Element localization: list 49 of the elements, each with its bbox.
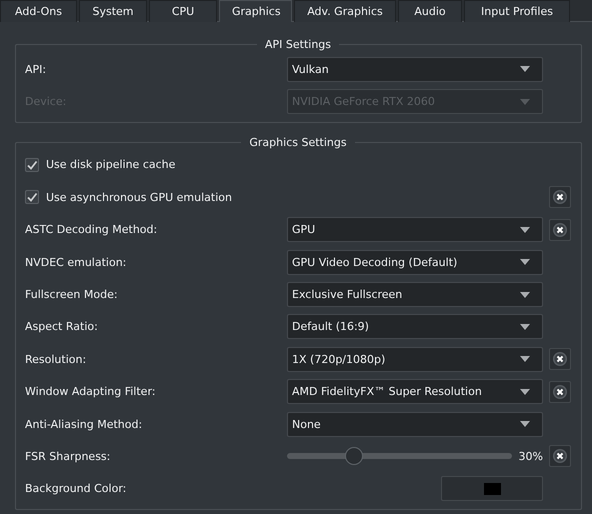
group-title: Graphics Settings <box>248 136 348 149</box>
reset-button[interactable] <box>549 186 571 208</box>
setting-label: NVDEC emulation: <box>25 256 128 269</box>
setting-label: API: <box>25 62 48 76</box>
caret-icon <box>520 98 530 105</box>
tab[interactable]: Audio <box>398 0 462 22</box>
caret-icon <box>520 388 530 395</box>
caret-icon <box>520 292 530 298</box>
tab[interactable]: Input Profiles <box>464 0 570 22</box>
setting-label: Background Color: <box>25 482 128 496</box>
dropdown[interactable]: None <box>287 412 543 437</box>
reset-button[interactable] <box>549 218 571 241</box>
tab[interactable]: Graphics <box>219 0 292 22</box>
slider-thumb[interactable] <box>345 447 364 466</box>
tab[interactable]: CPU <box>149 0 217 22</box>
setting-label: Resolution: <box>25 352 88 366</box>
dropdown[interactable]: Exclusive Fullscreen <box>287 282 543 308</box>
setting-label: Window Adapting Filter: <box>25 385 156 398</box>
setting-label: Anti-Aliasing Method: <box>25 418 144 431</box>
dropdown[interactable]: GPU <box>287 217 543 242</box>
checkbox-label[interactable]: Use asynchronous GPU emulation <box>25 190 232 204</box>
dropdown[interactable]: Default (16:9) <box>287 314 543 340</box>
checkbox-label[interactable]: Use disk pipeline cache <box>25 158 176 172</box>
setting-label: FSR Sharpness: <box>25 450 112 463</box>
reset-button[interactable] <box>549 380 571 403</box>
dropdown[interactable]: 1X (720p/1080p) <box>287 346 543 372</box>
group-title: API Settings <box>264 38 332 51</box>
dropdown[interactable]: GPU Video Decoding (Default) <box>287 250 543 275</box>
color-button[interactable] <box>441 476 543 502</box>
tab[interactable]: Adv. Graphics <box>294 0 396 22</box>
tab[interactable]: Add-Ons <box>0 0 77 22</box>
setting-label: Fullscreen Mode: <box>25 288 119 302</box>
setting-label: ASTC Decoding Method: <box>25 223 158 236</box>
dropdown[interactable]: Vulkan <box>287 56 543 82</box>
caret-icon <box>520 421 530 428</box>
slider-value: 30% <box>518 450 543 463</box>
setting-label: Aspect Ratio: <box>25 320 99 334</box>
reset-button[interactable] <box>549 348 571 370</box>
tab[interactable]: System <box>79 0 147 22</box>
slider-track[interactable] <box>287 447 512 466</box>
checkbox[interactable] <box>25 158 39 172</box>
checkbox[interactable] <box>25 190 39 204</box>
caret-icon <box>520 226 530 233</box>
caret-icon <box>520 259 530 266</box>
dropdown[interactable]: AMD FidelityFX™ Super Resolution <box>287 379 543 404</box>
reset-button[interactable] <box>549 445 571 468</box>
caret-icon <box>520 356 530 362</box>
caret-icon <box>520 324 530 330</box>
caret-icon <box>520 66 530 72</box>
